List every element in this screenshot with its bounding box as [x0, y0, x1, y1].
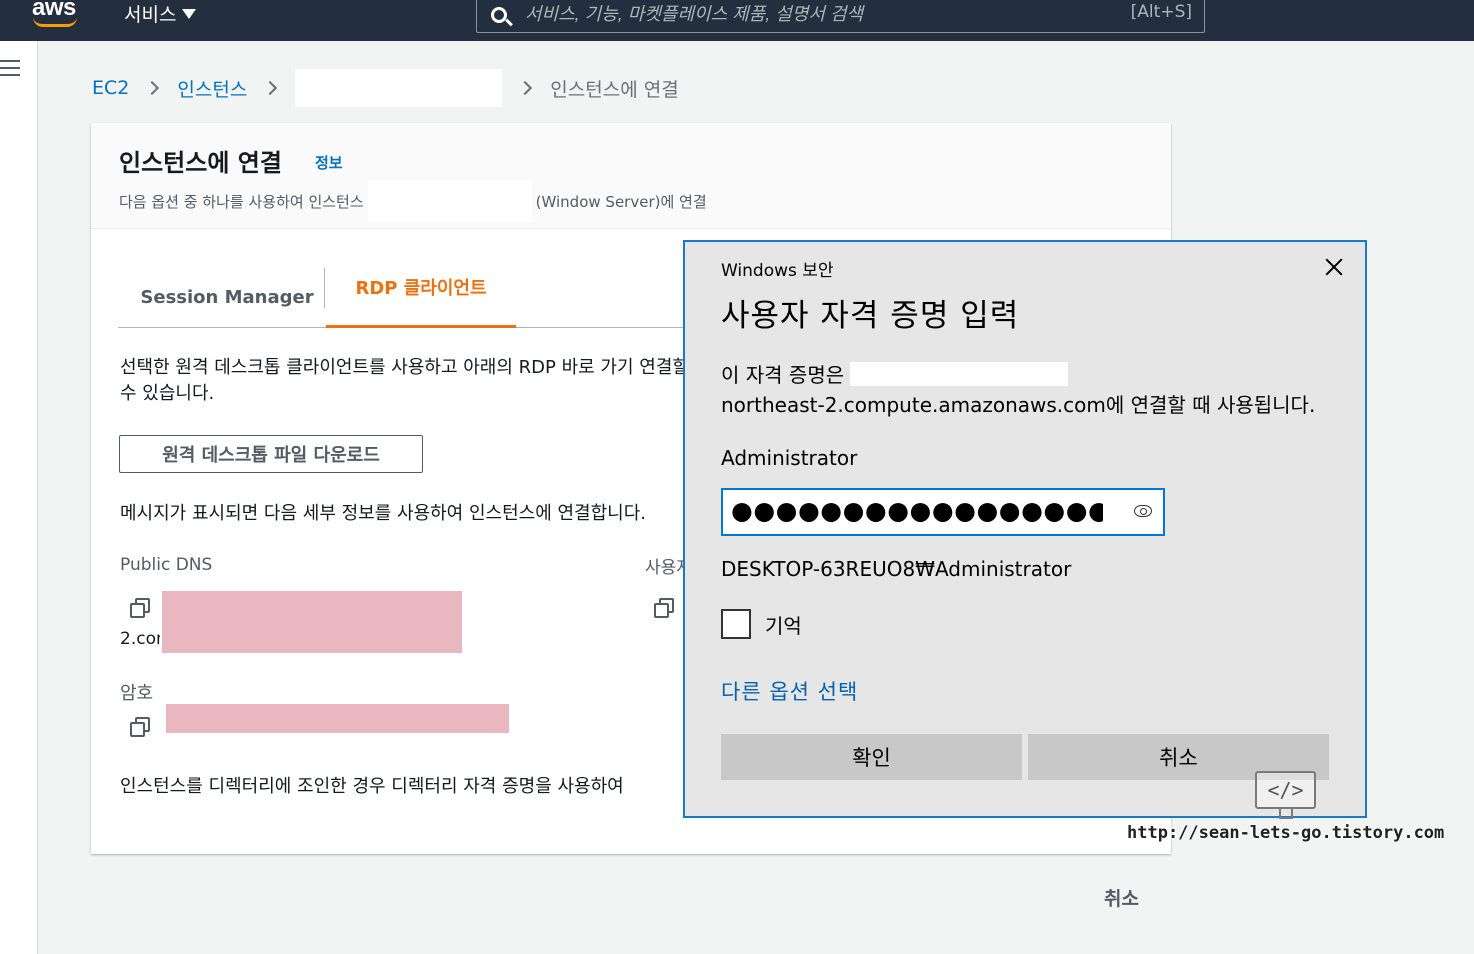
cancel-button[interactable]: 취소 — [1104, 884, 1139, 911]
services-label: 서비스 — [124, 4, 177, 26]
page-title: 인스턴스에 연결 — [119, 149, 282, 177]
windows-security-dialog: Windows 보안 사용자 자격 증명 입력 이 자격 증명은 northea… — [683, 240, 1367, 818]
ok-button[interactable]: 확인 — [721, 734, 1022, 780]
connect-tabs: Session Manager RDP 클라이언트 — [118, 266, 718, 328]
dialog-username: Administrator — [721, 446, 858, 470]
directory-instructions: 인스턴스를 디렉터리에 조인한 경우 디렉터리 자격 증명을 사용하여 — [120, 776, 624, 797]
search-icon — [491, 7, 507, 23]
dialog-title: 사용자 자격 증명 입력 — [721, 298, 1020, 334]
remember-option[interactable]: 기억 — [721, 609, 802, 639]
top-nav: aws 서비스 [Alt+S] — [0, 0, 1474, 41]
search-input[interactable] — [525, 0, 1125, 29]
dialog-message: 이 자격 증명은 northeast-2.compute.amazonaws.c… — [721, 360, 1341, 420]
remember-checkbox[interactable] — [721, 609, 751, 639]
remember-label: 기억 — [765, 613, 802, 638]
redacted-host — [850, 362, 1069, 386]
search-shortcut: [Alt+S] — [1130, 2, 1192, 22]
breadcrumb-instances[interactable]: 인스턴스 — [177, 75, 247, 102]
prompt-instructions: 메시지가 표시되면 다음 세부 정보를 사용하여 인스턴스에 연결합니다. — [120, 503, 647, 524]
redacted-instance-id — [295, 69, 503, 107]
tab-session-manager[interactable]: Session Manager — [128, 266, 326, 328]
description-suffix: (Window Server)에 연결 — [535, 192, 707, 211]
reveal-password-icon[interactable] — [1134, 505, 1152, 517]
password-field[interactable]: ●●●●●●●●●●●●●●●●●●●●● — [721, 488, 1165, 536]
chevron-right-icon — [263, 80, 278, 96]
dialog-message-host: northeast-2.compute.amazonaws.com에 연결할 때… — [721, 393, 1316, 417]
caret-down-icon — [182, 9, 197, 19]
close-icon[interactable] — [1323, 256, 1345, 278]
search-box[interactable]: [Alt+S] — [476, 0, 1205, 33]
chevron-right-icon — [145, 80, 160, 96]
aws-logo-smile-icon — [33, 17, 77, 27]
breadcrumb: EC2 인스턴스 인스턴스에 연결 — [92, 69, 679, 107]
page-description: 다음 옵션 중 하나를 사용하여 인스턴스 (Window Server)에 연… — [119, 180, 707, 222]
download-rdp-file-button[interactable]: 원격 데스크톱 파일 다운로드 — [119, 435, 423, 473]
domain-user: DESKTOP-63REUO8₩Administrator — [721, 557, 1072, 581]
public-dns-label: Public DNS — [120, 555, 213, 575]
breadcrumb-ec2[interactable]: EC2 — [92, 77, 129, 99]
rdp-instructions: 선택한 원격 데스크톱 클라이언트를 사용하고 아래의 RDP 바로 가기 연결… — [120, 357, 689, 404]
services-menu[interactable]: 서비스 — [124, 0, 197, 27]
chevron-right-icon — [518, 80, 533, 96]
dialog-message-prefix: 이 자격 증명은 — [721, 363, 845, 387]
menu-icon[interactable] — [0, 60, 20, 76]
panel-header: 인스턴스에 연결 정보 다음 옵션 중 하나를 사용하여 인스턴스 (Windo… — [91, 123, 1171, 229]
redacted-password — [166, 704, 509, 733]
redacted-instance-name — [367, 180, 532, 222]
password-label: 암호 — [120, 683, 154, 704]
password-mask: ●●●●●●●●●●●●●●●●●●●●● — [731, 496, 1103, 525]
breadcrumb-current: 인스턴스에 연결 — [550, 78, 679, 101]
monitor-stand-icon — [1279, 809, 1293, 819]
tab-rdp-client[interactable]: RDP 클라이언트 — [326, 266, 516, 328]
copy-icon[interactable] — [130, 598, 150, 618]
copy-icon[interactable] — [130, 717, 150, 737]
description-prefix: 다음 옵션 중 하나를 사용하여 인스턴스 — [119, 192, 364, 211]
more-options-link[interactable]: 다른 옵션 선택 — [721, 676, 858, 706]
public-dns-value: 2.com — [120, 629, 160, 649]
copy-icon[interactable] — [654, 598, 674, 618]
dialog-caption: Windows 보안 — [721, 261, 834, 281]
code-monitor-icon: </> — [1255, 771, 1316, 809]
tab-divider — [324, 268, 325, 308]
side-rail — [0, 41, 38, 954]
watermark-url: http://sean-lets-go.tistory.com — [1127, 823, 1445, 843]
info-link[interactable]: 정보 — [315, 152, 343, 173]
redacted-dns — [162, 591, 462, 653]
